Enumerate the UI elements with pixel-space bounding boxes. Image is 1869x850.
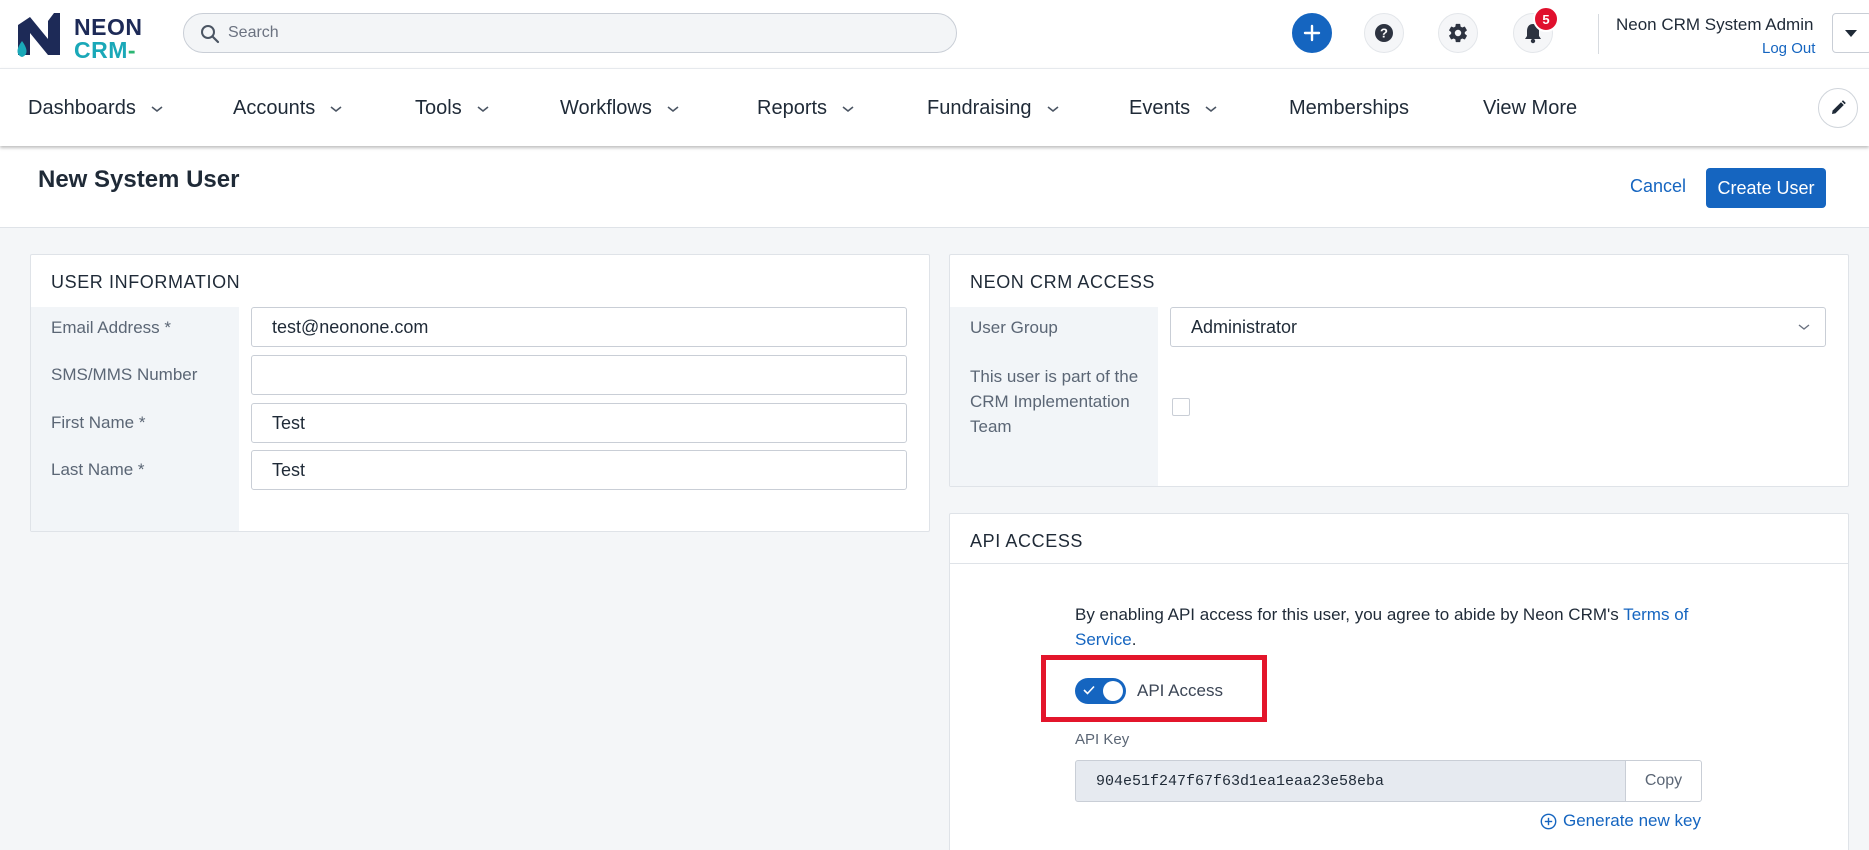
card-title: NEON CRM ACCESS — [970, 272, 1156, 292]
email-label: Email Address * — [51, 318, 171, 337]
api-agreement-text: By enabling API access for this user, yo… — [1075, 605, 1689, 649]
edit-nav-button[interactable] — [1818, 88, 1858, 128]
chevron-down-icon — [477, 105, 489, 112]
user-group-value: Administrator — [1191, 317, 1298, 337]
user-information-card: USER INFORMATION Email Address * SMS/MMS… — [30, 254, 930, 532]
chevron-down-icon — [667, 105, 679, 112]
nav-label: Fundraising — [927, 97, 1032, 119]
cancel-button[interactable]: Cancel — [1630, 176, 1686, 197]
api-access-card: API ACCESS By enabling API access for th… — [949, 513, 1849, 850]
user-menu-button[interactable] — [1832, 13, 1869, 53]
nav-label: Tools — [415, 97, 462, 119]
impl-team-label: This user is part of the CRM Implementat… — [970, 367, 1139, 436]
user-name: Neon CRM System Admin — [1616, 15, 1814, 34]
check-icon — [1083, 685, 1095, 695]
card-title: USER INFORMATION — [51, 272, 241, 292]
question-icon: ? — [1375, 24, 1393, 42]
nav-tools[interactable]: Tools — [415, 97, 490, 120]
neon-logo-icon — [17, 13, 60, 57]
main-nav: Dashboards Accounts Tools Workflows Repo… — [0, 68, 1869, 146]
email-field[interactable] — [251, 307, 907, 347]
first-name-label: First Name * — [51, 413, 146, 432]
search-bar[interactable] — [183, 13, 957, 53]
nav-memberships[interactable]: Memberships — [1289, 97, 1409, 120]
neon-crm-logo[interactable]: NEON CRM- INT — [14, 7, 174, 90]
last-name-label: Last Name * — [51, 460, 145, 479]
api-key-field[interactable] — [1075, 760, 1626, 802]
caret-down-icon — [1845, 30, 1857, 37]
nav-dashboards[interactable]: Dashboards — [28, 97, 164, 120]
add-button[interactable] — [1292, 13, 1332, 53]
notification-count-badge: 5 — [1533, 6, 1559, 32]
gear-icon — [1449, 23, 1467, 43]
nav-reports[interactable]: Reports — [757, 97, 855, 120]
generate-new-key-label: Generate new key — [1563, 811, 1701, 830]
card-divider — [950, 563, 1848, 564]
crm-access-card: NEON CRM ACCESS User Group Administrator… — [949, 254, 1849, 487]
impl-team-checkbox[interactable] — [1172, 398, 1190, 416]
user-group-label: User Group — [970, 318, 1058, 337]
top-bar: NEON CRM- INT ? 5 Neon CRM System Ad — [0, 0, 1869, 90]
nav-workflows[interactable]: Workflows — [560, 97, 680, 120]
sms-field[interactable] — [251, 355, 907, 395]
plus-circle-icon — [1540, 813, 1557, 829]
chevron-down-icon — [1798, 324, 1810, 330]
settings-button[interactable] — [1438, 13, 1478, 53]
card-title: API ACCESS — [970, 531, 1084, 551]
help-button[interactable]: ? — [1364, 13, 1404, 53]
nav-label: Events — [1129, 97, 1191, 119]
nav-label: Accounts — [233, 97, 316, 119]
plus-icon — [1303, 24, 1321, 42]
nav-label: Workflows — [560, 97, 652, 119]
page-title: New System User — [38, 166, 240, 193]
api-access-toggle[interactable] — [1075, 678, 1126, 704]
svg-text:?: ? — [1380, 26, 1388, 41]
nav-fundraising[interactable]: Fundraising — [927, 97, 1060, 120]
header-divider — [1598, 14, 1599, 54]
last-name-field[interactable] — [251, 450, 907, 490]
api-access-label: API Access — [1137, 681, 1223, 700]
toggle-knob — [1103, 681, 1123, 701]
pencil-icon — [1832, 100, 1846, 114]
chevron-down-icon — [1205, 105, 1217, 112]
search-icon — [201, 25, 220, 44]
generate-new-key-link[interactable]: Generate new key — [1540, 811, 1701, 831]
sms-label: SMS/MMS Number — [51, 365, 198, 384]
nav-label: View More — [1483, 97, 1578, 119]
nav-events[interactable]: Events — [1129, 97, 1218, 120]
copy-button[interactable]: Copy — [1625, 760, 1702, 802]
chevron-down-icon — [1047, 105, 1059, 112]
chevron-down-icon — [842, 105, 854, 112]
nav-accounts[interactable]: Accounts — [233, 97, 343, 120]
logout-link[interactable]: Log Out — [1762, 40, 1815, 57]
user-group-select[interactable]: Administrator — [1170, 307, 1826, 347]
api-key-label: API Key — [1075, 731, 1130, 748]
search-input[interactable] — [228, 14, 928, 52]
nav-view-more[interactable]: View More — [1483, 97, 1577, 120]
nav-label: Reports — [757, 97, 828, 119]
nav-label: Dashboards — [28, 97, 136, 119]
chevron-down-icon — [151, 105, 163, 112]
nav-label: Memberships — [1289, 97, 1410, 119]
create-user-button[interactable]: Create User — [1706, 168, 1826, 208]
first-name-field[interactable] — [251, 403, 907, 443]
page-header: New System User Cancel Create User — [0, 146, 1869, 228]
chevron-down-icon — [330, 105, 342, 112]
